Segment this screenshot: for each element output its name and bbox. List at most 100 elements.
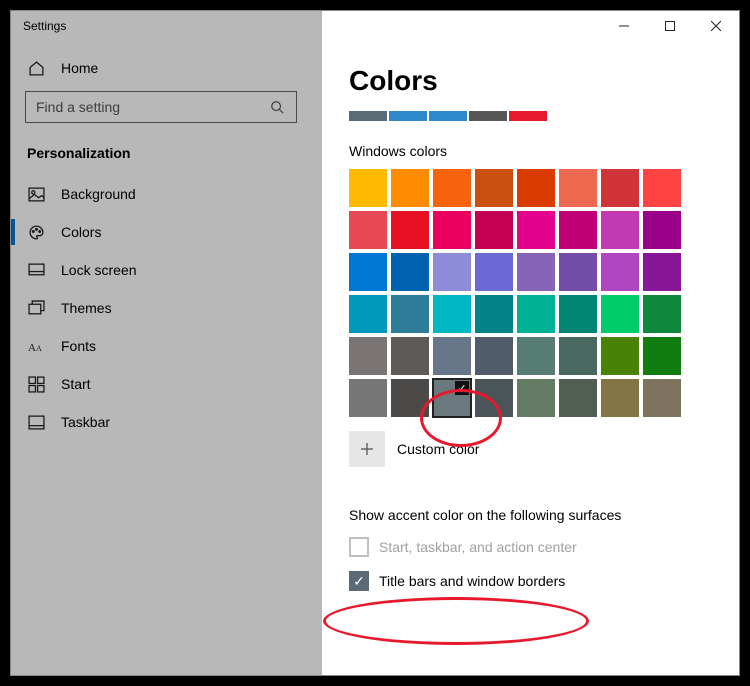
sidebar-item-taskbar[interactable]: Taskbar <box>11 403 311 441</box>
recent-colors-row <box>349 111 739 121</box>
color-swatch[interactable] <box>601 337 639 375</box>
home-icon <box>27 59 45 77</box>
color-swatch[interactable] <box>349 379 387 417</box>
sidebar-item-label: Start <box>61 376 91 392</box>
sidebar-item-label: Colors <box>61 224 101 240</box>
color-swatch[interactable] <box>559 169 597 207</box>
start-icon <box>27 375 45 393</box>
color-swatch[interactable] <box>433 253 471 291</box>
check-icon: ✓ <box>455 381 469 395</box>
minimize-button[interactable] <box>601 11 647 41</box>
color-swatch[interactable] <box>391 253 429 291</box>
color-swatch[interactable] <box>559 379 597 417</box>
color-swatch[interactable] <box>601 253 639 291</box>
search-placeholder: Find a setting <box>36 99 268 115</box>
color-swatch[interactable] <box>391 379 429 417</box>
color-swatch[interactable] <box>475 253 513 291</box>
color-swatch[interactable] <box>475 211 513 249</box>
color-swatch[interactable] <box>517 295 555 333</box>
sidebar-item-background[interactable]: Background <box>11 175 311 213</box>
color-swatch[interactable] <box>433 211 471 249</box>
color-swatch[interactable] <box>349 211 387 249</box>
color-swatch[interactable] <box>433 295 471 333</box>
close-button[interactable] <box>693 11 739 41</box>
color-swatch[interactable] <box>349 253 387 291</box>
color-swatch[interactable] <box>475 337 513 375</box>
color-swatch[interactable] <box>391 211 429 249</box>
color-swatch[interactable] <box>559 211 597 249</box>
color-swatch[interactable] <box>475 295 513 333</box>
fonts-icon: AA <box>27 337 45 355</box>
svg-text:A: A <box>36 344 42 353</box>
custom-color-button[interactable] <box>349 431 385 467</box>
maximize-button[interactable] <box>647 11 693 41</box>
color-swatch[interactable] <box>643 169 681 207</box>
window-title: Settings <box>23 19 66 33</box>
color-swatch[interactable] <box>559 253 597 291</box>
accent-section-label: Show accent color on the following surfa… <box>349 507 739 523</box>
color-swatch[interactable] <box>601 295 639 333</box>
color-swatch[interactable] <box>391 169 429 207</box>
sidebar-item-themes[interactable]: Themes <box>11 289 311 327</box>
color-swatch[interactable] <box>601 379 639 417</box>
color-swatch[interactable] <box>517 337 555 375</box>
checkbox <box>349 537 369 557</box>
home-label: Home <box>61 60 98 76</box>
accent-option[interactable]: ✓ Title bars and window borders <box>349 571 739 591</box>
color-swatch[interactable] <box>349 169 387 207</box>
category-label: Personalization <box>11 145 311 175</box>
accent-option-label: Title bars and window borders <box>379 573 565 589</box>
sidebar-item-lock-screen[interactable]: Lock screen <box>11 251 311 289</box>
color-swatch[interactable] <box>475 169 513 207</box>
color-swatch[interactable] <box>517 211 555 249</box>
color-swatch[interactable] <box>643 253 681 291</box>
color-swatch[interactable] <box>433 169 471 207</box>
recent-color-swatch[interactable] <box>349 111 387 121</box>
color-swatch[interactable] <box>601 211 639 249</box>
sidebar-item-colors[interactable]: Colors <box>11 213 311 251</box>
color-swatch[interactable] <box>643 295 681 333</box>
sidebar-item-start[interactable]: Start <box>11 365 311 403</box>
search-icon <box>268 98 286 116</box>
accent-option-label: Start, taskbar, and action center <box>379 539 577 555</box>
color-swatch[interactable] <box>433 337 471 375</box>
recent-color-swatch[interactable] <box>429 111 467 121</box>
color-swatch[interactable] <box>517 169 555 207</box>
taskbar-icon <box>27 413 45 431</box>
background-icon <box>27 185 45 203</box>
sidebar-item-label: Themes <box>61 300 112 316</box>
color-swatch[interactable] <box>391 337 429 375</box>
color-swatch[interactable] <box>559 295 597 333</box>
themes-icon <box>27 299 45 317</box>
color-swatch[interactable]: ✓ <box>433 379 471 417</box>
color-swatch[interactable] <box>601 169 639 207</box>
svg-text:A: A <box>28 342 36 353</box>
color-swatch[interactable] <box>517 253 555 291</box>
color-swatch[interactable] <box>643 211 681 249</box>
recent-color-swatch[interactable] <box>509 111 547 121</box>
custom-color-label: Custom color <box>397 441 479 457</box>
home-link[interactable]: Home <box>11 51 311 91</box>
color-swatch[interactable] <box>391 295 429 333</box>
sidebar-item-label: Lock screen <box>61 262 136 278</box>
colors-icon <box>27 223 45 241</box>
sidebar-item-label: Taskbar <box>61 414 110 430</box>
color-swatch[interactable] <box>349 337 387 375</box>
recent-color-swatch[interactable] <box>469 111 507 121</box>
sidebar-item-label: Fonts <box>61 338 96 354</box>
lock-screen-icon <box>27 261 45 279</box>
recent-color-swatch[interactable] <box>389 111 427 121</box>
accent-option: Start, taskbar, and action center <box>349 537 739 557</box>
color-swatch[interactable] <box>475 379 513 417</box>
search-input[interactable]: Find a setting <box>25 91 297 123</box>
sidebar-item-label: Background <box>61 186 136 202</box>
color-swatch[interactable] <box>559 337 597 375</box>
color-swatch[interactable] <box>643 379 681 417</box>
windows-colors-label: Windows colors <box>349 143 739 159</box>
checkbox[interactable]: ✓ <box>349 571 369 591</box>
color-swatch[interactable] <box>349 295 387 333</box>
color-swatch[interactable] <box>517 379 555 417</box>
page-title: Colors <box>349 65 739 97</box>
sidebar-item-fonts[interactable]: AA Fonts <box>11 327 311 365</box>
color-swatch[interactable] <box>643 337 681 375</box>
